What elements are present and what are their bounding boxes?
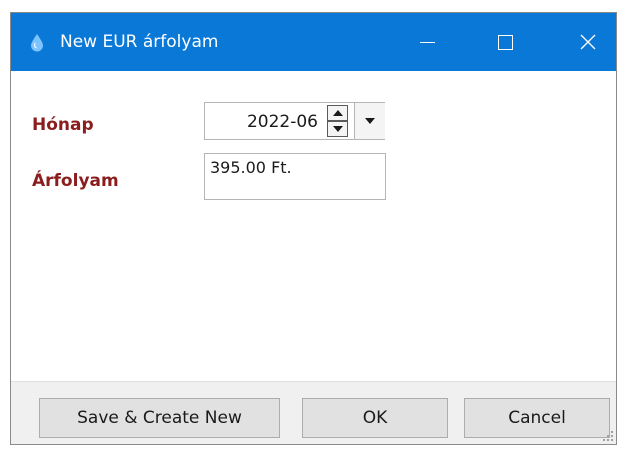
maximize-button[interactable] bbox=[476, 13, 534, 71]
title-bar[interactable]: New EUR árfolyam bbox=[11, 13, 616, 71]
arrow-up-icon bbox=[333, 110, 343, 116]
chevron-down-icon bbox=[365, 118, 375, 124]
button-bar: Save & Create New OK Cancel bbox=[11, 381, 616, 444]
cancel-button[interactable]: Cancel bbox=[464, 398, 610, 438]
minimize-icon bbox=[420, 42, 435, 43]
spin-up-button[interactable] bbox=[327, 105, 348, 121]
maximize-icon bbox=[498, 35, 513, 50]
close-icon bbox=[580, 34, 596, 50]
form-area: Hónap 2022-06 Árfolyam 395.00 Ft. bbox=[11, 71, 616, 381]
water-drop-icon bbox=[26, 31, 48, 53]
dropdown-button[interactable] bbox=[354, 103, 385, 139]
arfolyam-field[interactable]: 395.00 Ft. bbox=[204, 153, 386, 200]
honap-picker[interactable]: 2022-06 bbox=[204, 102, 385, 140]
close-button[interactable] bbox=[559, 13, 617, 71]
arfolyam-label: Árfolyam bbox=[32, 171, 119, 191]
honap-value[interactable]: 2022-06 bbox=[247, 112, 318, 132]
spin-down-button[interactable] bbox=[327, 121, 348, 137]
arrow-down-icon bbox=[333, 126, 343, 132]
window-title: New EUR árfolyam bbox=[60, 32, 219, 52]
minimize-button[interactable] bbox=[398, 13, 456, 71]
honap-label: Hónap bbox=[32, 115, 94, 135]
dialog-window: New EUR árfolyam Hónap 2022-06 Árfolyam … bbox=[10, 12, 617, 445]
resize-grip-icon[interactable] bbox=[602, 430, 614, 442]
ok-button[interactable]: OK bbox=[302, 398, 448, 438]
save-create-new-button[interactable]: Save & Create New bbox=[39, 398, 280, 438]
